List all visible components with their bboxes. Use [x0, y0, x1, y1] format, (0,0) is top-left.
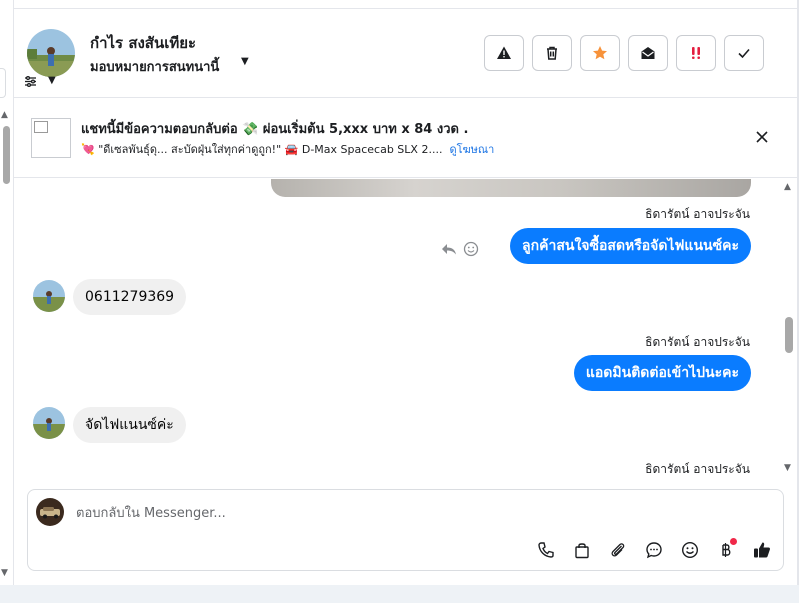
chat-bubble-icon — [646, 542, 662, 559]
priority-icon — [692, 47, 700, 59]
left-scroll-down-arrow[interactable]: ▼ — [1, 568, 8, 578]
payment-button[interactable] — [714, 538, 738, 562]
view-ad-link[interactable]: ดูโฆษณา — [449, 143, 494, 156]
inbox-conversation-page: ▲ ▼ ▼ กำไร สงสันเทียะ มอบหมายการสนทนานี้… — [0, 0, 799, 603]
outgoing-message[interactable]: ลูกค้าสนใจซื้อสดหรือจัดไฟแนนซ์คะ — [510, 228, 751, 264]
emoji-button[interactable] — [678, 538, 702, 562]
message-composer — [27, 489, 784, 571]
sender-name: ธิดารัตน์ อาจประจัน — [645, 462, 750, 476]
chevron-down-icon[interactable]: ▼ — [241, 56, 249, 67]
incoming-message[interactable]: จัดไฟแนนซ์ค่ะ — [73, 407, 186, 443]
close-icon — [756, 131, 768, 143]
sender-name: ธิดารัตน์ อาจประจัน — [645, 335, 750, 349]
contact-avatar[interactable] — [27, 29, 75, 77]
panel-collapse-handle[interactable] — [0, 68, 6, 98]
react-smiley-icon[interactable] — [463, 241, 479, 257]
reply-input[interactable] — [76, 503, 756, 523]
shop-button[interactable] — [570, 538, 594, 562]
chevron-down-icon[interactable]: ▼ — [48, 75, 56, 86]
contact-name: กำไร สงสันเทียะ — [90, 34, 197, 52]
paperclip-icon — [611, 543, 625, 557]
assign-conversation-dropdown[interactable]: มอบหมายการสนทนานี้ — [90, 56, 219, 77]
call-button[interactable] — [534, 538, 558, 562]
mark-done-button[interactable] — [724, 35, 764, 71]
ad-thumbnail[interactable] — [31, 118, 71, 158]
message-actions — [441, 241, 479, 257]
broken-image-icon — [34, 121, 48, 133]
left-scrollbar-thumb[interactable] — [3, 126, 10, 184]
star-icon — [593, 46, 607, 60]
window-bottom-bar — [0, 585, 799, 603]
thread-scroll-down-arrow[interactable]: ▼ — [784, 463, 791, 473]
star-button[interactable] — [580, 35, 620, 71]
shopping-bag-icon — [575, 543, 589, 559]
ad-context-banner: แชทนี้มีข้อความตอบกลับต่อ 💸 ผ่อนเริ่มต้น… — [14, 98, 797, 178]
like-button[interactable] — [750, 538, 774, 562]
sliders-icon[interactable] — [24, 75, 37, 91]
message-thread[interactable]: ธิดารัตน์ อาจประจัน ลูกค้าสนใจซื้อสดหรือ… — [14, 179, 782, 479]
thumbs-up-icon — [754, 542, 770, 558]
priority-button[interactable] — [676, 35, 716, 71]
close-banner-button[interactable] — [752, 127, 772, 147]
left-panel-edge: ▲ ▼ — [0, 0, 14, 585]
trash-icon — [547, 46, 557, 60]
check-icon — [738, 48, 750, 59]
header-actions — [484, 35, 764, 71]
saved-replies-button[interactable] — [642, 538, 666, 562]
image-attachment[interactable] — [271, 179, 751, 197]
notification-dot — [730, 538, 737, 545]
contact-avatar-small — [33, 280, 65, 312]
thread-scroll-up-arrow[interactable]: ▲ — [784, 182, 791, 192]
smiley-icon — [681, 541, 699, 559]
warning-icon — [497, 46, 511, 59]
reply-icon[interactable] — [441, 242, 457, 256]
composer-tools — [534, 538, 774, 562]
contact-avatar-small — [33, 407, 65, 439]
envelope-open-icon — [641, 47, 655, 59]
mark-unread-button[interactable] — [628, 35, 668, 71]
report-spam-button[interactable] — [484, 35, 524, 71]
delete-button[interactable] — [532, 35, 572, 71]
conversation-header: ▼ กำไร สงสันเทียะ มอบหมายการสนทนานี้ ▼ — [14, 9, 797, 98]
phone-icon — [538, 542, 554, 558]
left-scroll-up-arrow[interactable]: ▲ — [1, 110, 8, 120]
ad-subtitle: 💘 "ดีเซลพันธุ์ดุ... สะบัดฝุ่นใส่ทุกค่าดู… — [81, 140, 494, 158]
ad-subtitle-text: 💘 "ดีเซลพันธุ์ดุ... สะบัดฝุ่นใส่ทุกค่าดู… — [81, 143, 443, 156]
ad-title: แชทนี้มีข้อความตอบกลับต่อ 💸 ผ่อนเริ่มต้น… — [81, 122, 469, 137]
attach-button[interactable] — [606, 538, 630, 562]
outgoing-message[interactable]: แอดมินติดต่อเข้าไปนะคะ — [573, 355, 751, 391]
thread-scrollbar-thumb[interactable] — [785, 317, 793, 353]
page-avatar — [36, 498, 64, 526]
sender-name: ธิดารัตน์ อาจประจัน — [645, 207, 750, 221]
incoming-message[interactable]: 0611279369 — [73, 279, 187, 315]
